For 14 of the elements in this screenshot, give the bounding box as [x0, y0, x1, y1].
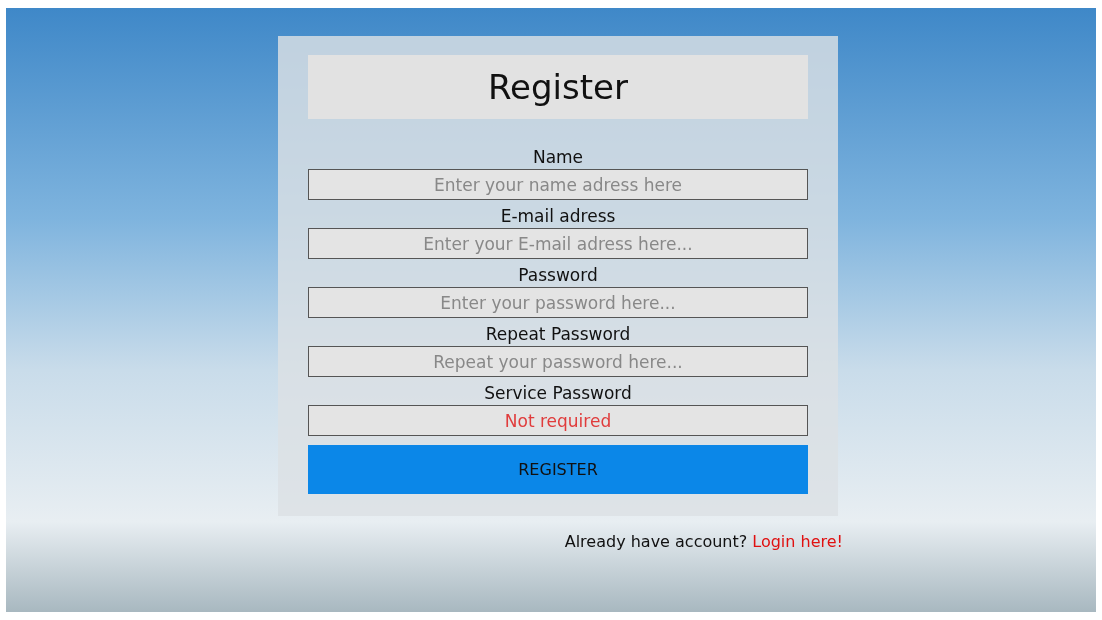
- account-prompt: Already have account?: [564, 532, 748, 551]
- field-label: Service Password: [483, 382, 633, 405]
- input-field[interactable]: Enter your E-mail adress here...: [308, 228, 808, 259]
- input-field[interactable]: Repeat your password here...: [308, 346, 808, 377]
- form-title: Register: [308, 55, 808, 119]
- input-field[interactable]: Not required: [308, 405, 808, 436]
- register-button[interactable]: REGISTER: [308, 445, 808, 494]
- login-link[interactable]: Login here!: [752, 532, 843, 551]
- field-label: E-mail adress: [499, 205, 617, 228]
- field-label: Password: [517, 264, 599, 287]
- input-field[interactable]: Enter your password here...: [308, 287, 808, 318]
- field-label: Name: [531, 146, 585, 169]
- field-label: Repeat Password: [484, 323, 632, 346]
- input-field[interactable]: Enter your name adress here: [308, 169, 808, 200]
